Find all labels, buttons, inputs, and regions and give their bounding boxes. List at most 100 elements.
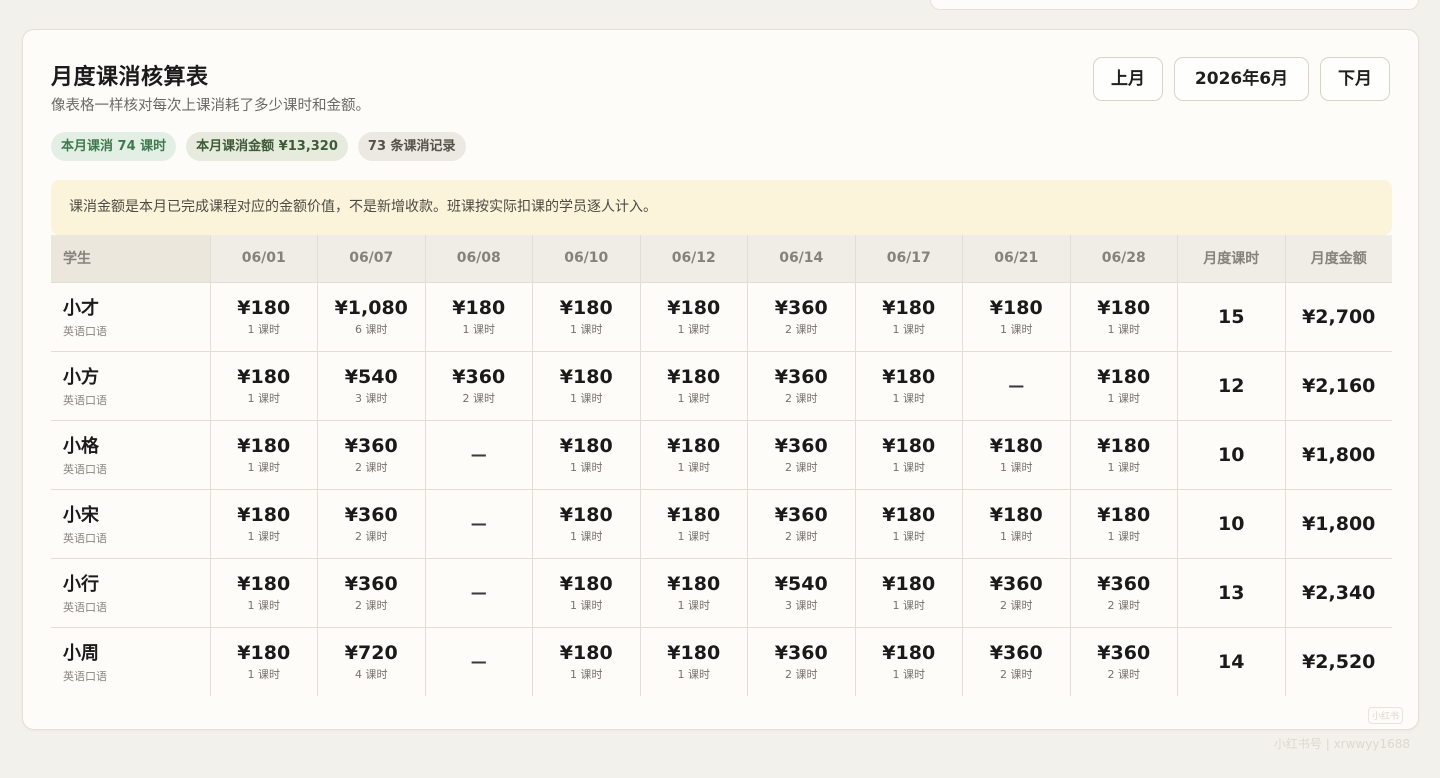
- session-hours: 1 课时: [892, 667, 926, 681]
- session-hours: 1 课时: [247, 667, 281, 681]
- session-amount: ¥180: [237, 365, 291, 388]
- monthly-hours: 15: [1218, 305, 1245, 328]
- table-body: 小才 英语口语 ¥180 1 课时 ¥1,080 6 课时 ¥180 1 课时 ¥180 1 课时…: [51, 281, 1392, 696]
- session-hours: 2 课时: [1107, 598, 1141, 612]
- student-course: 英语口语: [63, 601, 107, 614]
- current-month-button[interactable]: 2026年6月: [1174, 57, 1309, 101]
- session-amount: ¥180: [452, 296, 506, 319]
- session-hours: 2 课时: [1107, 667, 1141, 681]
- session-amount: ¥1,080: [334, 296, 408, 319]
- session-cell: ¥180 1 课时: [209, 626, 318, 696]
- session-amount: ¥360: [989, 641, 1043, 664]
- prev-month-button[interactable]: 上月: [1093, 57, 1163, 101]
- monthly-amount-chip: 本月课消金额 ¥13,320: [186, 132, 348, 161]
- page-subtitle: 像表格一样核对每次上课消耗了多少课时和金额。: [51, 98, 370, 114]
- session-cell: ¥180 1 课时: [209, 557, 318, 627]
- session-hours: 1 课时: [570, 598, 603, 612]
- table-header-cell: 06/01: [209, 235, 318, 282]
- session-cell: ¥180 1 课时: [639, 488, 748, 558]
- session-amount: ¥180: [882, 572, 936, 595]
- monthly-amount: ¥1,800: [1302, 443, 1376, 466]
- session-amount: ¥180: [667, 641, 721, 664]
- session-amount: ¥180: [667, 296, 721, 319]
- table-header-cell: 月度课时: [1177, 235, 1285, 282]
- session-cell: ¥180 1 课时: [962, 419, 1070, 489]
- table-row: 小周 英语口语 ¥180 1 课时 ¥720 4 课时 — ¥180 1 课时 ¥180 1 课时 ¥…: [51, 626, 1392, 696]
- session-cell: ¥180 1 课时: [1069, 419, 1178, 489]
- session-amount: ¥180: [882, 296, 936, 319]
- session-amount: ¥360: [344, 572, 398, 595]
- watermark: 小红书号 | xrwwyy1688: [1273, 737, 1410, 751]
- next-month-button[interactable]: 下月: [1320, 57, 1390, 101]
- session-cell: ¥180 1 课时: [532, 419, 640, 489]
- session-hours: 2 课时: [355, 529, 388, 543]
- monthly-hours-cell: 10: [1177, 419, 1285, 489]
- table-header-cell: 06/17: [854, 235, 963, 282]
- monthly-amount: ¥2,340: [1302, 581, 1376, 604]
- session-hours: 2 课时: [355, 460, 388, 474]
- session-hours: 2 课时: [462, 391, 496, 405]
- session-cell: ¥180 1 课时: [854, 281, 963, 351]
- student-cell: 小宋 英语口语: [51, 488, 210, 558]
- monthly-hours-cell: 14: [1177, 626, 1285, 696]
- table-header-cell: 06/14: [747, 235, 855, 282]
- monthly-amount: ¥2,700: [1302, 305, 1376, 328]
- session-amount: ¥180: [237, 434, 291, 457]
- session-hours: 1 课时: [1107, 391, 1141, 405]
- student-name: 小宋: [63, 505, 99, 526]
- session-amount: ¥180: [989, 434, 1043, 457]
- session-hours: 1 课时: [1107, 529, 1141, 543]
- session-hours: 1 课时: [570, 529, 603, 543]
- session-amount: ¥360: [1097, 641, 1151, 664]
- session-cell: ¥180 1 课时: [854, 557, 963, 627]
- session-cell: ¥180 1 课时: [209, 488, 318, 558]
- empty-session: —: [1008, 376, 1025, 395]
- monthly-amount-cell: ¥2,520: [1284, 626, 1392, 696]
- page-title: 月度课消核算表: [51, 65, 209, 90]
- record-count-chip: 73 条课消记录: [357, 132, 466, 161]
- table-row: 小格 英语口语 ¥180 1 课时 ¥360 2 课时 — ¥180 1 课时 ¥180 1 课时 ¥…: [51, 419, 1392, 489]
- session-hours: 1 课时: [247, 322, 281, 336]
- session-amount: ¥360: [774, 434, 828, 457]
- session-cell: ¥180 1 课时: [424, 281, 533, 351]
- session-cell: ¥360 2 课时: [317, 488, 425, 558]
- session-hours: 1 课时: [892, 598, 926, 612]
- session-amount: ¥180: [237, 296, 291, 319]
- session-cell: —: [962, 350, 1070, 420]
- session-cell: ¥180 1 课时: [532, 281, 640, 351]
- table-row: 小行 英语口语 ¥180 1 课时 ¥360 2 课时 — ¥180 1 课时 ¥180 1 课时 ¥…: [51, 557, 1392, 627]
- session-amount: ¥180: [237, 641, 291, 664]
- session-hours: 2 课时: [785, 529, 818, 543]
- session-hours: 1 课时: [1107, 322, 1141, 336]
- student-course: 英语口语: [63, 532, 107, 545]
- student-course: 英语口语: [63, 325, 107, 338]
- student-cell: 小方 英语口语: [51, 350, 210, 420]
- summary-chips: 本月课消 74 课时 本月课消金额 ¥13,320 73 条课消记录: [51, 132, 466, 161]
- session-cell: ¥360 2 课时: [747, 419, 855, 489]
- session-cell: ¥360 2 课时: [747, 488, 855, 558]
- session-cell: ¥360 2 课时: [1069, 557, 1178, 627]
- table-header-cell: 06/21: [962, 235, 1070, 282]
- monthly-hours: 10: [1218, 443, 1245, 466]
- session-hours: 1 课时: [1000, 322, 1033, 336]
- student-name: 小周: [63, 643, 99, 665]
- table-row: 小宋 英语口语 ¥180 1 课时 ¥360 2 课时 — ¥180 1 课时 ¥180 1 课时 ¥…: [51, 488, 1392, 558]
- session-cell: ¥180 1 课时: [1069, 488, 1178, 558]
- session-hours: 2 课时: [785, 667, 818, 681]
- session-hours: 1 课时: [247, 460, 281, 474]
- table-header-cell: 06/07: [317, 235, 425, 282]
- student-name: 小才: [63, 298, 99, 319]
- session-cell: ¥180 1 课时: [639, 281, 748, 351]
- session-amount: ¥180: [1097, 503, 1151, 526]
- session-hours: 1 课时: [677, 598, 711, 612]
- session-amount: ¥360: [774, 296, 828, 319]
- session-amount: ¥360: [452, 365, 506, 388]
- session-cell: ¥180 1 课时: [854, 626, 963, 696]
- session-amount: ¥180: [667, 434, 721, 457]
- table-row: 小方 英语口语 ¥180 1 课时 ¥540 3 课时 ¥360 2 课时 ¥180 1 课时 ¥1…: [51, 350, 1392, 420]
- session-amount: ¥180: [667, 503, 721, 526]
- session-hours: 1 课时: [570, 460, 603, 474]
- session-amount: ¥180: [559, 572, 613, 595]
- session-cell: —: [424, 419, 533, 489]
- session-amount: ¥180: [882, 434, 936, 457]
